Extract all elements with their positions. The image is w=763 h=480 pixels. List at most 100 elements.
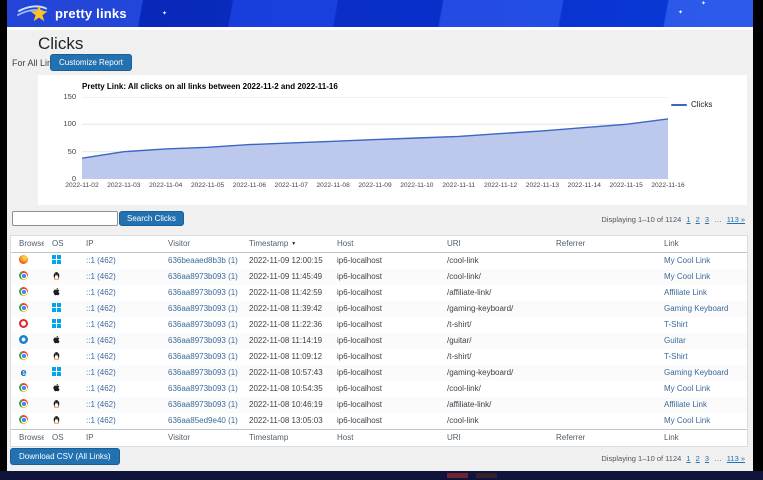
ip-link[interactable]: ::1 (462) (86, 384, 116, 393)
ip-link[interactable]: ::1 (462) (86, 304, 116, 313)
cell-link: Affiliate Link (656, 285, 747, 301)
pretty-links-logo: pretty links (17, 2, 127, 24)
cell-os (44, 253, 78, 269)
link-link[interactable]: My Cool Link (664, 256, 710, 265)
column-header-referrer[interactable]: Referrer (548, 236, 656, 252)
cell-ip: ::1 (462) (78, 333, 160, 349)
pagination-last-page[interactable]: 113 » (727, 454, 745, 463)
link-link[interactable]: Gaming Keyboard (664, 304, 728, 313)
visitor-link[interactable]: 636aa85ed9e40 (1) (168, 416, 238, 425)
link-link[interactable]: Affiliate Link (664, 288, 707, 297)
table-row: ::1 (462)636aa8973b093 (1)2022-11-08 11:… (11, 349, 747, 365)
table-row: ::1 (462)636aa8973b093 (1)2022-11-08 11:… (11, 285, 747, 301)
cell-os (44, 381, 78, 397)
cell-ip: ::1 (462) (78, 253, 160, 269)
chrome-icon (19, 399, 28, 408)
pagination-page-3[interactable]: 3 (705, 454, 709, 463)
cell-ip: ::1 (462) (78, 269, 160, 285)
visitor-link[interactable]: 636aa8973b093 (1) (168, 336, 238, 345)
link-link[interactable]: T-Shirt (664, 352, 688, 361)
cell-ip: ::1 (462) (78, 413, 160, 429)
cell-browser (11, 317, 44, 333)
page-content: Clicks For All Links: Customize Report P… (7, 30, 753, 471)
visitor-link[interactable]: 636aa8973b093 (1) (168, 320, 238, 329)
cell-link: Gaming Keyboard (656, 301, 747, 317)
column-header-browser: Browser (11, 430, 44, 446)
cell-link: Guitar (656, 333, 747, 349)
visitor-link[interactable]: 636aa8973b093 (1) (168, 304, 238, 313)
visitor-link[interactable]: 636aa8973b093 (1) (168, 384, 238, 393)
table-row: ::1 (462)636aa8973b093 (1)2022-11-09 11:… (11, 269, 747, 285)
pagination-last-page[interactable]: 113 » (727, 215, 745, 224)
x-tick-label: 2022-11-15 (604, 182, 648, 189)
link-link[interactable]: T-Shirt (664, 320, 688, 329)
pagination-page-2[interactable]: 2 (696, 215, 700, 224)
column-header-visitor[interactable]: Visitor (160, 236, 241, 252)
ip-link[interactable]: ::1 (462) (86, 400, 116, 409)
link-link[interactable]: My Cool Link (664, 384, 710, 393)
column-header-browser[interactable]: Browser (11, 236, 44, 252)
search-input[interactable] (12, 211, 118, 226)
cell-uri: /gaming-keyboard/ (439, 365, 548, 381)
windows-icon (52, 255, 61, 264)
pagination-page-3[interactable]: 3 (705, 215, 709, 224)
visitor-link[interactable]: 636aa8973b093 (1) (168, 352, 238, 361)
chart-plot-area (82, 97, 668, 179)
link-link[interactable]: My Cool Link (664, 416, 710, 425)
ip-link[interactable]: ::1 (462) (86, 352, 116, 361)
ip-link[interactable]: ::1 (462) (86, 256, 116, 265)
ip-link[interactable]: ::1 (462) (86, 320, 116, 329)
pagination-page-1[interactable]: 1 (686, 215, 690, 224)
sparkle-icon: ✦ (678, 10, 683, 16)
pagination-page-1[interactable]: 1 (686, 454, 690, 463)
ip-link[interactable]: ::1 (462) (86, 336, 116, 345)
ip-link[interactable]: ::1 (462) (86, 416, 116, 425)
cell-ip: ::1 (462) (78, 349, 160, 365)
visitor-link[interactable]: 636aa8973b093 (1) (168, 400, 238, 409)
cell-ip: ::1 (462) (78, 397, 160, 413)
chrome-icon (19, 287, 28, 296)
download-csv-button[interactable]: Download CSV (All Links) (10, 448, 120, 465)
taskbar (0, 471, 763, 480)
visitor-link[interactable]: 636beaaed8b3b (1) (168, 256, 238, 265)
link-link[interactable]: Gaming Keyboard (664, 368, 728, 377)
table-row: ::1 (462) 636beaaed8b3b (1)2022-11-09 12:… (11, 253, 747, 269)
linux-tux-icon (52, 351, 61, 360)
column-header-timestamp[interactable]: Timestamp▼ (241, 236, 329, 252)
cell-visitor: 636aa8973b093 (1) (160, 397, 241, 413)
column-header-uri[interactable]: URI (439, 236, 548, 252)
x-tick-label: 2022-11-02 (60, 182, 104, 189)
customize-report-button[interactable]: Customize Report (50, 54, 132, 71)
column-header-link[interactable]: Link (656, 236, 747, 252)
table-row: ::1 (462)636aa8973b093 (1)2022-11-08 11:… (11, 333, 747, 349)
link-link[interactable]: Affiliate Link (664, 400, 707, 409)
column-header-os[interactable]: OS (44, 236, 78, 252)
link-link[interactable]: Guitar (664, 336, 686, 345)
y-tick-label: 150 (38, 92, 76, 101)
ip-link[interactable]: ::1 (462) (86, 368, 116, 377)
table-row: ::1 (462)636aa8973b093 (1)2022-11-08 11:… (11, 317, 747, 333)
column-header-referrer: Referrer (548, 430, 656, 446)
cell-os (44, 413, 78, 429)
visitor-link[interactable]: 636aa8973b093 (1) (168, 288, 238, 297)
cell-ip: ::1 (462) (78, 285, 160, 301)
ip-link[interactable]: ::1 (462) (86, 272, 116, 281)
cell-link: My Cool Link (656, 381, 747, 397)
cell-host: ip6-localhost (329, 333, 439, 349)
cell-timestamp: 2022-11-09 12:00:15 (241, 253, 329, 269)
visitor-link[interactable]: 636aa8973b093 (1) (168, 368, 238, 377)
legend-swatch (671, 104, 687, 106)
column-header-ip[interactable]: IP (78, 236, 160, 252)
search-clicks-button[interactable]: Search Clicks (119, 211, 184, 226)
link-link[interactable]: My Cool Link (664, 272, 710, 281)
sparkle-icon: ✦ (162, 11, 167, 17)
column-header-visitor: Visitor (160, 430, 241, 446)
pagination-page-2[interactable]: 2 (696, 454, 700, 463)
column-header-host[interactable]: Host (329, 236, 439, 252)
cell-visitor: 636aa8973b093 (1) (160, 269, 241, 285)
visitor-link[interactable]: 636aa8973b093 (1) (168, 272, 238, 281)
ip-link[interactable]: ::1 (462) (86, 288, 116, 297)
table-footer-row: BrowserOSIPVisitorTimestampHostURIReferr… (11, 429, 747, 446)
x-tick-label: 2022-11-05 (186, 182, 230, 189)
cell-uri: /t-shirt/ (439, 317, 548, 333)
